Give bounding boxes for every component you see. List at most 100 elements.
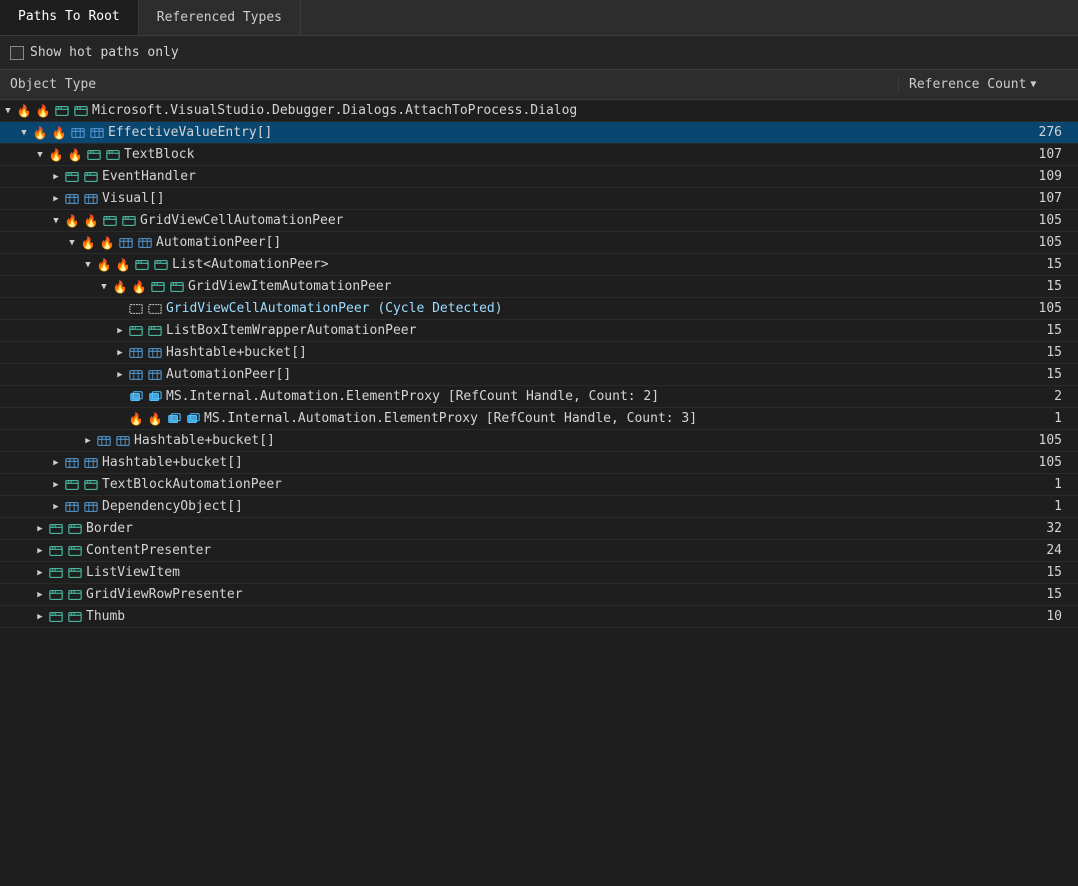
array-icon <box>128 367 144 383</box>
show-hot-paths-label: Show hot paths only <box>30 45 179 60</box>
expander-icon[interactable] <box>48 499 64 515</box>
expander-icon[interactable] <box>64 235 80 251</box>
array-icon <box>137 235 153 251</box>
reference-count-value: 15 <box>898 565 1078 580</box>
class-icon <box>67 587 83 603</box>
expander-icon[interactable] <box>48 191 64 207</box>
expander-icon[interactable] <box>112 323 128 339</box>
flame-icon: 🔥 <box>64 213 80 229</box>
tree-row[interactable]: GridViewRowPresenter15 <box>0 584 1078 606</box>
reference-count-value: 105 <box>898 235 1078 250</box>
tree-row[interactable]: AutomationPeer[] 15 <box>0 364 1078 386</box>
tree-row[interactable]: 🔥🔥 GridViewCellAutomationPeer105 <box>0 210 1078 232</box>
node-label: GridViewItemAutomationPeer <box>188 279 392 294</box>
tree-row[interactable]: 🔥🔥 MS.Internal.Automation.ElementProxy [… <box>0 408 1078 430</box>
expander-icon[interactable] <box>32 587 48 603</box>
tree-row[interactable]: 🔥🔥 AutomationPeer[]105 <box>0 232 1078 254</box>
node-label: ListViewItem <box>86 565 180 580</box>
cube-icon <box>147 389 163 405</box>
tree-row[interactable]: ListBoxItemWrapperAutomationPeer15 <box>0 320 1078 342</box>
class-icon <box>73 103 89 119</box>
tree-row[interactable]: 🔥🔥 TextBlock107 <box>0 144 1078 166</box>
flame-icon: 🔥 <box>131 279 147 295</box>
expander-icon[interactable] <box>80 433 96 449</box>
reference-count-value: 10 <box>898 609 1078 624</box>
tree-row[interactable]: ContentPresenter 24 <box>0 540 1078 562</box>
tree-row[interactable]: TextBlockAutomationPeer1 <box>0 474 1078 496</box>
expander-icon[interactable] <box>16 125 32 141</box>
tree-row[interactable]: Border32 <box>0 518 1078 540</box>
tree-row[interactable]: EventHandler109 <box>0 166 1078 188</box>
class-icon <box>86 147 102 163</box>
expander-icon[interactable] <box>96 279 112 295</box>
array-icon <box>83 191 99 207</box>
class-icon <box>48 565 64 581</box>
class-icon <box>54 103 70 119</box>
expander-icon[interactable] <box>112 367 128 383</box>
class-icon <box>150 279 166 295</box>
expander-icon[interactable] <box>80 257 96 273</box>
class-icon <box>48 543 64 559</box>
expander-icon[interactable] <box>48 169 64 185</box>
expander-icon[interactable] <box>112 345 128 361</box>
tree-row[interactable]: 🔥🔥 Microsoft.VisualStudio.Debugger.Dialo… <box>0 100 1078 122</box>
tree-row[interactable]: GridViewCellAutomationPeer (Cycle Detect… <box>0 298 1078 320</box>
expander-icon[interactable] <box>32 543 48 559</box>
array-icon <box>147 367 163 383</box>
node-label: List<AutomationPeer> <box>172 257 329 272</box>
toolbar: Show hot paths only <box>0 36 1078 70</box>
checkbox-box <box>10 46 24 60</box>
reference-count-value: 276 <box>898 125 1078 140</box>
flame-icon: 🔥 <box>147 411 163 427</box>
expander-icon[interactable] <box>32 609 48 625</box>
reference-count-value: 105 <box>898 433 1078 448</box>
class-icon <box>128 323 144 339</box>
tree-row[interactable]: Hashtable+bucket[]15 <box>0 342 1078 364</box>
array-icon <box>83 499 99 515</box>
show-hot-paths-checkbox[interactable]: Show hot paths only <box>10 45 179 60</box>
flame-icon: 🔥 <box>51 125 67 141</box>
flame-icon: 🔥 <box>16 103 32 119</box>
expander-icon[interactable] <box>48 455 64 471</box>
tree-row[interactable]: Hashtable+bucket[]105 <box>0 430 1078 452</box>
node-label: ContentPresenter <box>86 543 211 558</box>
expander-icon[interactable] <box>0 103 16 119</box>
col-object-type: Object Type <box>0 77 898 92</box>
array-icon <box>115 433 131 449</box>
tree-row[interactable]: Visual[]107 <box>0 188 1078 210</box>
flame-icon: 🔥 <box>32 125 48 141</box>
flame-icon: 🔥 <box>35 103 51 119</box>
col-reference-count[interactable]: Reference Count ▼ <box>898 77 1078 92</box>
expander-icon[interactable] <box>32 147 48 163</box>
class-icon <box>67 609 83 625</box>
tree-row[interactable]: Hashtable+bucket[]105 <box>0 452 1078 474</box>
class-icon <box>64 169 80 185</box>
expander-icon[interactable] <box>48 213 64 229</box>
tree-row[interactable]: Thumb10 <box>0 606 1078 628</box>
expander-icon[interactable] <box>32 565 48 581</box>
reference-count-value: 15 <box>898 367 1078 382</box>
class-icon <box>102 213 118 229</box>
tree-row[interactable]: 🔥🔥 EffectiveValueEntry[]276 <box>0 122 1078 144</box>
tab-referenced-types[interactable]: Referenced Types <box>139 0 301 35</box>
reference-count-value: 24 <box>898 543 1078 558</box>
node-label: AutomationPeer[] <box>166 367 291 382</box>
class-icon <box>105 147 121 163</box>
array-icon <box>64 499 80 515</box>
class-icon <box>169 279 185 295</box>
tree-row[interactable]: 🔥🔥 GridViewItemAutomationPeer15 <box>0 276 1078 298</box>
flame-icon: 🔥 <box>128 411 144 427</box>
tree-row[interactable]: 🔥🔥 List<AutomationPeer>15 <box>0 254 1078 276</box>
reference-count-value: 1 <box>898 477 1078 492</box>
tab-paths-to-root[interactable]: Paths To Root <box>0 0 139 35</box>
sort-arrow-icon: ▼ <box>1030 79 1036 90</box>
tree-row[interactable]: MS.Internal.Automation.ElementProxy [Ref… <box>0 386 1078 408</box>
tree-row[interactable]: ListViewItem 15 <box>0 562 1078 584</box>
class-icon <box>83 477 99 493</box>
reference-count-value: 15 <box>898 279 1078 294</box>
expander-icon[interactable] <box>32 521 48 537</box>
class-icon <box>67 543 83 559</box>
tree-row[interactable]: DependencyObject[]1 <box>0 496 1078 518</box>
reference-count-value: 15 <box>898 587 1078 602</box>
expander-icon[interactable] <box>48 477 64 493</box>
